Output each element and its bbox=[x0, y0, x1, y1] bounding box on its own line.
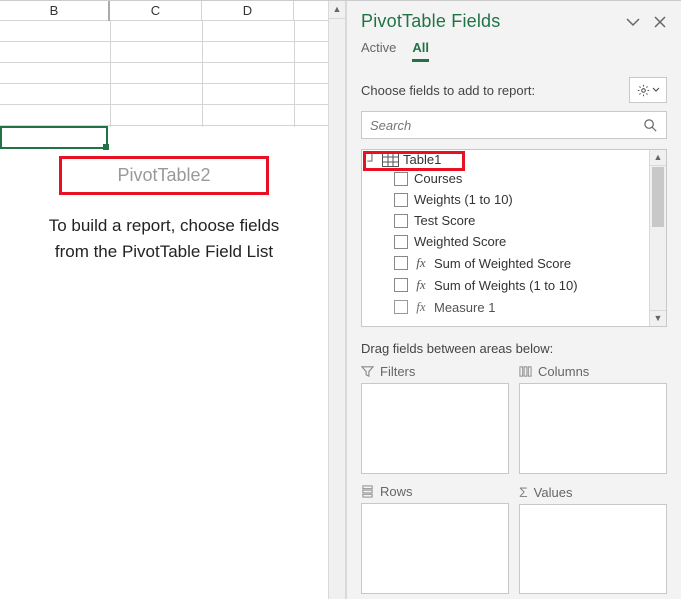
checkbox[interactable] bbox=[394, 172, 408, 186]
pivot-title: PivotTable2 bbox=[117, 165, 210, 186]
search-input-wrap[interactable] bbox=[361, 111, 667, 139]
col-header-c[interactable]: C bbox=[110, 1, 202, 21]
checkbox[interactable] bbox=[394, 256, 408, 270]
area-columns: Columns bbox=[519, 364, 667, 474]
search-input[interactable] bbox=[370, 118, 643, 133]
field-list: ┘ Table1 Courses Weights (1 to 10) Test … bbox=[361, 149, 667, 327]
fx-icon: fx bbox=[414, 277, 428, 293]
rows-icon bbox=[361, 485, 374, 498]
pivot-hint-line1: To build a report, choose fields bbox=[15, 213, 313, 239]
table-node[interactable]: ┘ Table1 bbox=[362, 150, 666, 168]
collapse-table-icon[interactable]: ┘ bbox=[366, 154, 378, 167]
col-separator bbox=[294, 21, 295, 127]
pivot-placeholder: PivotTable2 To build a report, choose fi… bbox=[15, 156, 313, 264]
grid-row[interactable] bbox=[0, 84, 328, 105]
area-values: Σ Values bbox=[519, 484, 667, 594]
scroll-up-button[interactable]: ▲ bbox=[650, 150, 666, 166]
checkbox[interactable] bbox=[394, 193, 408, 207]
chevron-down-icon bbox=[652, 86, 660, 94]
checkbox[interactable] bbox=[394, 300, 408, 314]
columns-dropzone[interactable] bbox=[519, 383, 667, 474]
pivottable-fields-pane: PivotTable Fields Active All Choose fiel… bbox=[346, 1, 681, 599]
pane-header: PivotTable Fields bbox=[347, 1, 681, 36]
grid-row[interactable] bbox=[0, 21, 328, 42]
area-columns-label: Columns bbox=[538, 364, 589, 379]
table-name: Table1 bbox=[403, 152, 441, 167]
field-list-options-button[interactable] bbox=[629, 77, 667, 103]
close-pane-icon[interactable] bbox=[653, 15, 667, 29]
tab-all[interactable]: All bbox=[412, 40, 429, 62]
field-item-sum-weights[interactable]: fx Sum of Weights (1 to 10) bbox=[362, 274, 666, 296]
field-label: Courses bbox=[414, 171, 462, 186]
field-item-weights[interactable]: Weights (1 to 10) bbox=[362, 189, 666, 210]
col-separator bbox=[202, 21, 203, 127]
area-rows-label: Rows bbox=[380, 484, 413, 499]
search-icon bbox=[643, 118, 658, 133]
checkbox[interactable] bbox=[394, 214, 408, 228]
grid-row[interactable] bbox=[0, 42, 328, 63]
filter-icon bbox=[361, 365, 374, 378]
area-filters-label: Filters bbox=[380, 364, 415, 379]
field-item-courses[interactable]: Courses bbox=[362, 168, 666, 189]
columns-icon bbox=[519, 365, 532, 378]
spreadsheet-area: B C D PivotTable2 To build a report, cho… bbox=[0, 1, 328, 599]
grid-row[interactable] bbox=[0, 105, 328, 126]
worksheet-scrollbar[interactable]: ▲ bbox=[328, 1, 346, 599]
col-separator bbox=[110, 21, 111, 127]
pane-tabs: Active All bbox=[347, 40, 681, 63]
pivot-areas: Filters Columns Rows Σ Values bbox=[347, 364, 681, 594]
rows-dropzone[interactable] bbox=[361, 503, 509, 594]
field-label: Test Score bbox=[414, 213, 475, 228]
field-label: Sum of Weights (1 to 10) bbox=[434, 278, 578, 293]
field-item-test-score[interactable]: Test Score bbox=[362, 210, 666, 231]
field-label: Measure 1 bbox=[434, 300, 495, 315]
column-headers: B C D bbox=[0, 1, 328, 21]
checkbox[interactable] bbox=[394, 278, 408, 292]
field-item-weighted-score[interactable]: Weighted Score bbox=[362, 231, 666, 252]
field-list-scrollbar[interactable]: ▲ ▼ bbox=[649, 150, 666, 326]
field-item-sum-weighted[interactable]: fx Sum of Weighted Score bbox=[362, 252, 666, 274]
grid-row[interactable] bbox=[0, 63, 328, 84]
area-filters: Filters bbox=[361, 364, 509, 474]
collapse-pane-icon[interactable] bbox=[625, 14, 641, 30]
col-header-d[interactable]: D bbox=[202, 1, 294, 21]
gear-icon bbox=[637, 84, 650, 97]
col-header-b[interactable]: B bbox=[0, 1, 110, 21]
tab-active[interactable]: Active bbox=[361, 40, 396, 62]
area-values-label: Values bbox=[534, 485, 573, 500]
scrollbar-thumb[interactable] bbox=[652, 167, 664, 227]
area-rows: Rows bbox=[361, 484, 509, 594]
selected-cell[interactable] bbox=[0, 126, 108, 149]
field-label: Sum of Weighted Score bbox=[434, 256, 571, 271]
values-dropzone[interactable] bbox=[519, 504, 667, 594]
field-item-measure1[interactable]: fx Measure 1 bbox=[362, 296, 666, 318]
field-label: Weighted Score bbox=[414, 234, 506, 249]
scroll-down-button[interactable]: ▼ bbox=[650, 310, 666, 326]
table-icon bbox=[382, 153, 399, 167]
scroll-up-button[interactable]: ▲ bbox=[329, 1, 345, 19]
fx-icon: fx bbox=[414, 299, 428, 315]
pivot-hint-line2: from the PivotTable Field List bbox=[15, 239, 313, 265]
sigma-icon: Σ bbox=[519, 484, 528, 500]
checkbox[interactable] bbox=[394, 235, 408, 249]
choose-fields-label: Choose fields to add to report: bbox=[361, 83, 535, 98]
pane-title: PivotTable Fields bbox=[361, 11, 500, 32]
annotation-highlight: PivotTable2 bbox=[59, 156, 268, 195]
drag-hint-label: Drag fields between areas below: bbox=[347, 327, 681, 364]
field-label: Weights (1 to 10) bbox=[414, 192, 513, 207]
fx-icon: fx bbox=[414, 255, 428, 271]
filters-dropzone[interactable] bbox=[361, 383, 509, 474]
